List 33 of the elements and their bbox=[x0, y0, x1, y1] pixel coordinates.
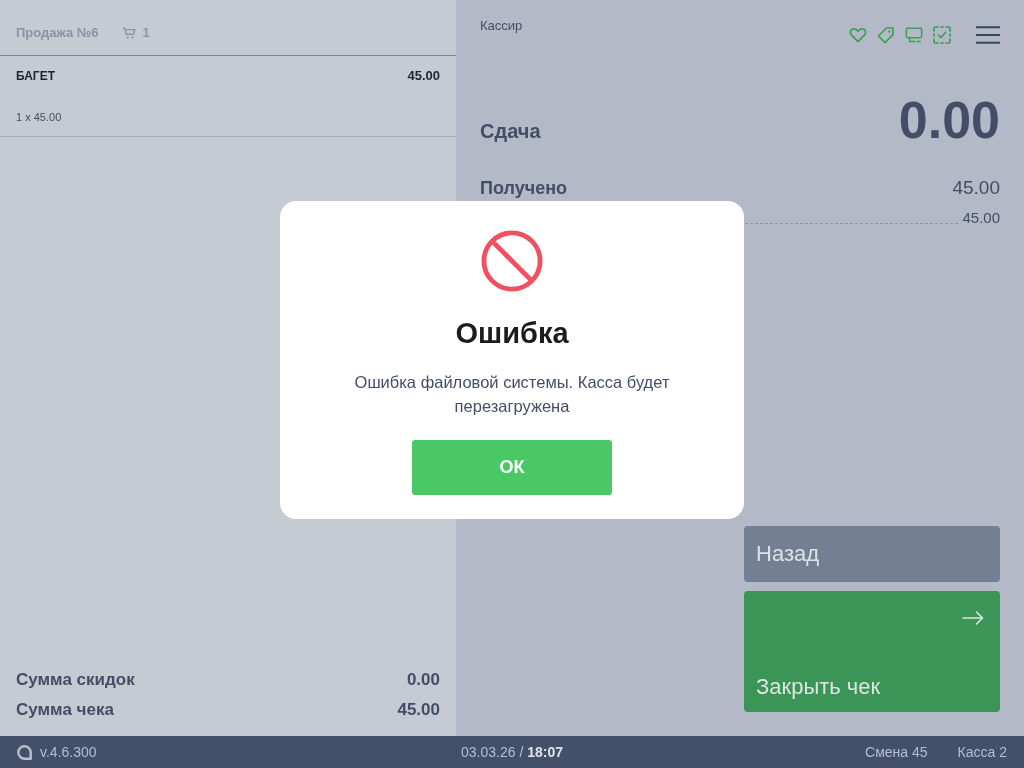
cart-icon bbox=[122, 26, 137, 39]
arrow-right-icon bbox=[962, 611, 984, 625]
close-receipt-button[interactable]: Закрыть чек bbox=[744, 591, 1000, 712]
item-quantity: 1 x 45.00 bbox=[16, 110, 63, 124]
sale-title: Продажа №6 bbox=[16, 25, 99, 40]
payment-amount: 45.00 bbox=[962, 208, 1000, 228]
tag-icon[interactable] bbox=[877, 26, 895, 44]
register-label: Касса 2 bbox=[957, 744, 1007, 760]
check-frame-icon[interactable] bbox=[933, 26, 951, 44]
monitor-icon[interactable] bbox=[905, 26, 923, 44]
cashier-label: Кассир bbox=[480, 18, 523, 34]
change-label: Сдача bbox=[480, 120, 541, 143]
version-label: v.4.6.300 bbox=[40, 744, 97, 760]
prohibited-icon bbox=[481, 230, 543, 292]
date-time: 03.03.26 / 18:07 bbox=[461, 744, 563, 760]
total-label: Сумма чека bbox=[16, 699, 114, 721]
item-name: БАГЕТ bbox=[16, 68, 55, 84]
total-label: Сумма скидок bbox=[16, 669, 135, 691]
ok-button[interactable]: ОК bbox=[412, 440, 612, 495]
dialog-message: Ошибка файловой системы. Касса будет перезагружена bbox=[353, 372, 671, 417]
total-value: 0.00 bbox=[406, 669, 440, 691]
item-price: 45.00 bbox=[407, 68, 440, 84]
received-label: Получено bbox=[480, 177, 568, 200]
shift-label: Смена 45 bbox=[865, 744, 928, 760]
change-amount: 0.00 bbox=[898, 94, 1000, 146]
heart-icon[interactable] bbox=[849, 26, 867, 44]
dialog-title: Ошибка bbox=[455, 316, 569, 350]
back-button[interactable]: Назад bbox=[744, 526, 1000, 582]
logo-icon bbox=[17, 744, 32, 760]
cart-count: 1 bbox=[142, 25, 150, 40]
received-amount: 45.00 bbox=[952, 176, 1000, 200]
total-value: 45.00 bbox=[397, 699, 440, 721]
menu-icon[interactable] bbox=[976, 26, 1000, 44]
